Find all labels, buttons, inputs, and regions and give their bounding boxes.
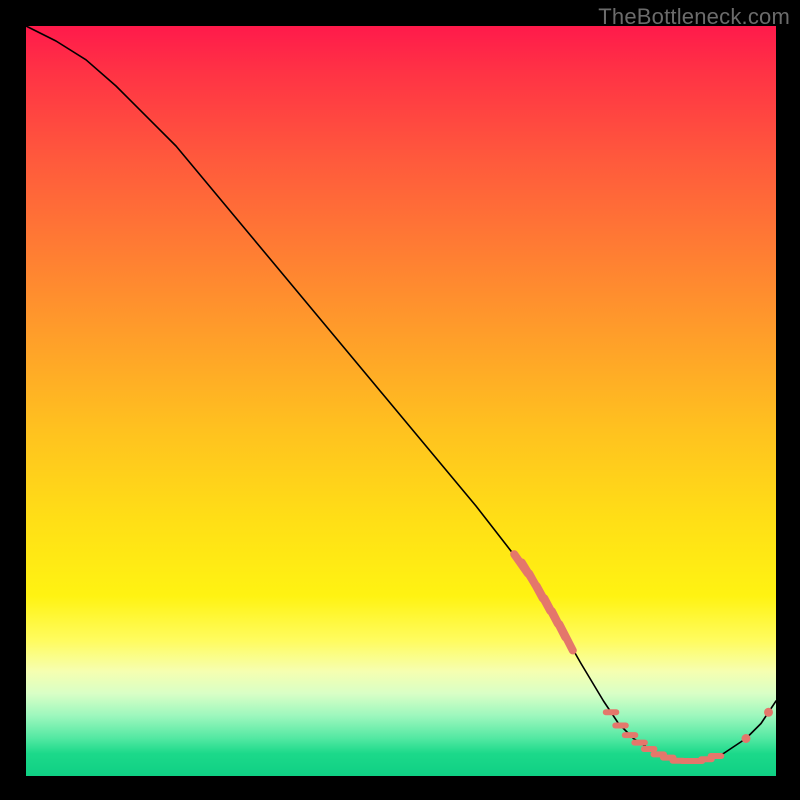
curve-layer (26, 26, 776, 776)
bottleneck-curve (26, 26, 776, 761)
marker-dot (764, 708, 773, 717)
chart-stage: TheBottleneck.com (0, 0, 800, 800)
plot-area (26, 26, 776, 776)
marker-cluster-flat (606, 712, 722, 761)
marker-dot (742, 734, 751, 743)
marker-dots-right (742, 708, 774, 743)
marker-cluster-descending (514, 554, 573, 650)
